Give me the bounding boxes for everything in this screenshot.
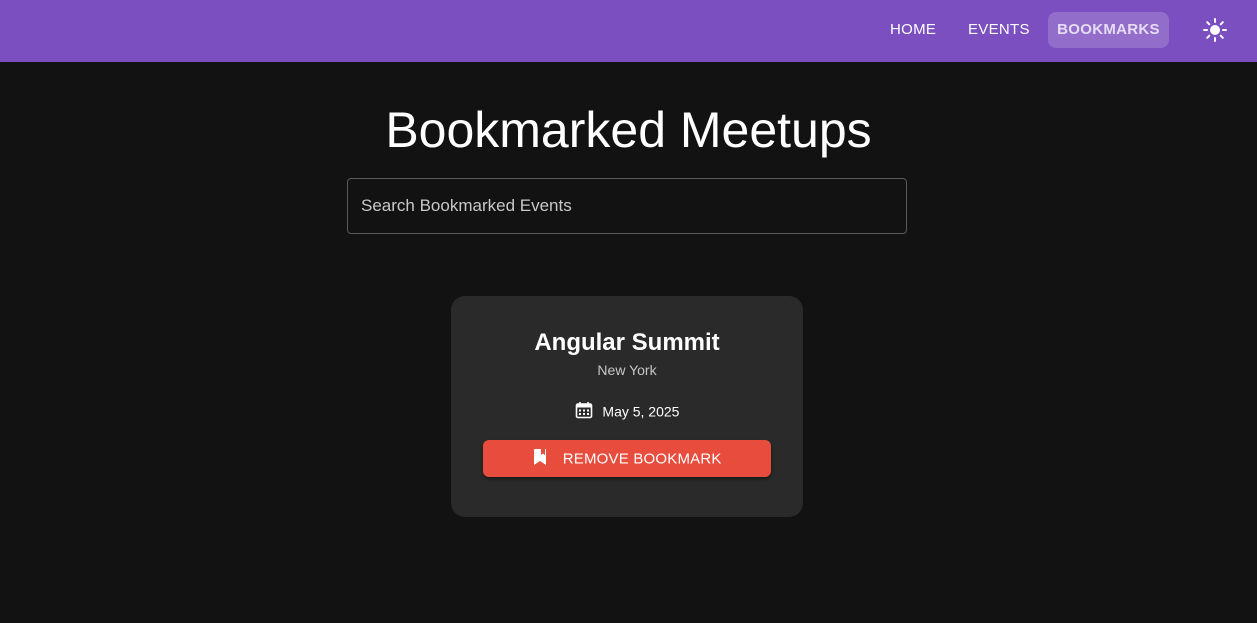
event-date: May 5, 2025 bbox=[451, 400, 803, 420]
calendar-icon bbox=[575, 402, 592, 419]
event-location: New York bbox=[597, 362, 657, 378]
nav-bookmarks-link[interactable]: BOOKMARKS bbox=[1048, 12, 1169, 48]
remove-bookmark-label: REMOVE BOOKMARK bbox=[562, 450, 722, 468]
nav-events-link[interactable]: EVENTS bbox=[956, 12, 1042, 48]
theme-toggle-button[interactable] bbox=[1199, 14, 1231, 46]
remove-bookmark-button[interactable]: REMOVE BOOKMARK bbox=[483, 440, 771, 477]
page-title: Bookmarked Meetups bbox=[385, 102, 872, 158]
top-navbar: HOME EVENTS BOOKMARKS bbox=[0, 0, 1257, 62]
search-field[interactable] bbox=[347, 178, 907, 234]
event-card: Angular Summit New York May 5, 2025 REMO… bbox=[451, 296, 803, 517]
event-title: Angular Summit bbox=[534, 329, 720, 356]
bookmark-remove-icon bbox=[534, 449, 547, 466]
sun-icon bbox=[1203, 18, 1227, 42]
event-date-text: May 5, 2025 bbox=[602, 403, 680, 420]
nav-home-link[interactable]: HOME bbox=[878, 12, 948, 48]
search-input[interactable] bbox=[348, 179, 906, 233]
